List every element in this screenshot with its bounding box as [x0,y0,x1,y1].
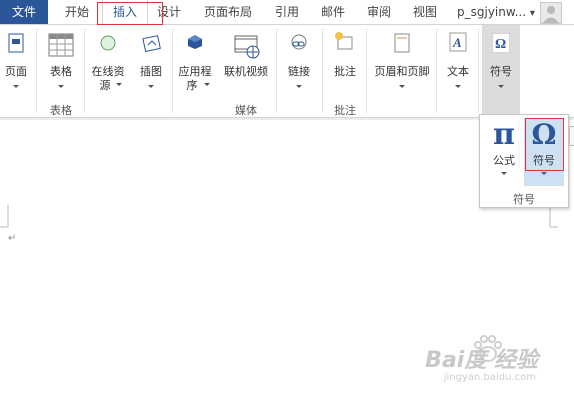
apps-label-line1: 应用程 [178,65,212,78]
app-icon [187,34,203,53]
tab-mailings[interactable]: 邮件 [316,0,350,24]
header-footer-dropdown-icon [399,85,405,88]
avatar[interactable] [540,2,562,24]
tab-view[interactable]: 视图 [408,0,442,24]
tab-review[interactable]: 审阅 [362,0,396,24]
user-name-text: p_sgjyinw... [457,5,527,19]
equation-button[interactable]: π 公式 [486,118,522,186]
links-button[interactable]: 链接 [280,29,318,95]
online-resources-button[interactable]: 在线资 源 [88,29,128,95]
media-group-label: 媒体 [235,104,257,117]
tab-page-layout[interactable]: 页面布局 [198,0,258,24]
table-dropdown-icon [58,85,64,88]
comments-group-label: 批注 [334,104,356,117]
pages-button[interactable]: 页面 [0,29,32,95]
text-icon: A [449,32,467,55]
tab-file[interactable]: 文件 [0,0,48,24]
equation-dropdown-icon [501,172,507,175]
avatar-person-icon [543,6,559,23]
group-separator [436,29,437,113]
apps-dropdown-icon [204,83,210,86]
table-icon [48,33,74,60]
symbols-group-label: 符号 [513,193,535,206]
online-video-label: 联机视频 [224,65,268,78]
symbols-button[interactable]: Ω 符号 [482,25,520,117]
baidu-watermark: Bai度 经验 [425,348,538,373]
symbol-dropdown-icon [541,172,547,175]
user-dropdown-icon: ▾ [529,8,535,19]
group-separator [322,29,323,113]
online-video-icon [234,33,260,62]
group-separator [478,29,479,113]
apps-button[interactable]: 应用程 序 [174,29,216,95]
svg-text:Ω: Ω [495,37,506,52]
ribbon-tab-bar: 文件 开始 插入 设计 页面布局 引用 邮件 审阅 视图 p_sgjyinw..… [0,0,574,25]
link-icon [289,33,309,56]
table-button[interactable]: 表格 [42,29,80,95]
right-margin-marker [549,205,558,228]
group-separator [276,29,277,113]
online-resources-dropdown-icon [116,83,122,86]
text-dropdown-icon [455,85,461,88]
symbols-label: 符号 [490,65,512,78]
insert-tab-highlight-box [97,2,163,25]
group-separator [84,29,85,113]
links-label: 链接 [288,65,310,78]
pages-dropdown-icon [13,85,19,88]
paragraph-mark: ↵ [8,233,17,244]
comment-label: 批注 [334,65,356,78]
comment-button[interactable]: 批注 [326,29,364,95]
symbols-dropdown-icon [498,85,504,88]
equation-label: 公式 [493,154,515,167]
illustration-icon [142,33,162,56]
text-button[interactable]: A 文本 [440,29,476,95]
group-separator [36,29,37,113]
online-resources-label-line1: 在线资 [91,65,125,78]
online-resource-icon [99,34,117,55]
symbols-popup: π 公式 Ω 符号 符号 [479,114,569,208]
illustrations-dropdown-icon [148,85,154,88]
ribbon-insert: 页面 表格 表格 在线资 源 插图 应用程 序 联机视频 媒体 链接 批注 批注… [0,25,574,118]
pi-icon: π [493,117,515,152]
illustrations-button[interactable]: 插图 [132,29,170,95]
left-margin-marker [0,205,9,228]
page-icon [8,33,24,56]
table-label: 表格 [50,65,72,78]
header-footer-label: 页眉和页脚 [374,65,430,78]
symbol-highlight-box [525,118,564,171]
header-footer-icon [394,33,410,56]
group-separator [172,29,173,113]
omega-icon: Ω [491,32,511,56]
popup-side-handle[interactable] [569,126,574,146]
illustrations-label: 插图 [140,65,162,78]
links-dropdown-icon [296,85,302,88]
group-separator [366,29,367,113]
header-footer-button[interactable]: 页眉和页脚 [370,29,434,95]
svg-text:A: A [452,35,462,50]
text-label: 文本 [447,65,469,78]
comment-icon [334,31,356,56]
user-account-name[interactable]: p_sgjyinw... ▾ [457,0,535,24]
tab-references[interactable]: 引用 [270,0,304,24]
online-video-button[interactable]: 联机视频 [220,29,272,95]
table-group-label: 表格 [50,104,72,117]
tab-home[interactable]: 开始 [60,0,94,24]
baidu-watermark-url: jingyan.baidu.com [443,372,536,383]
pages-label: 页面 [5,65,27,78]
